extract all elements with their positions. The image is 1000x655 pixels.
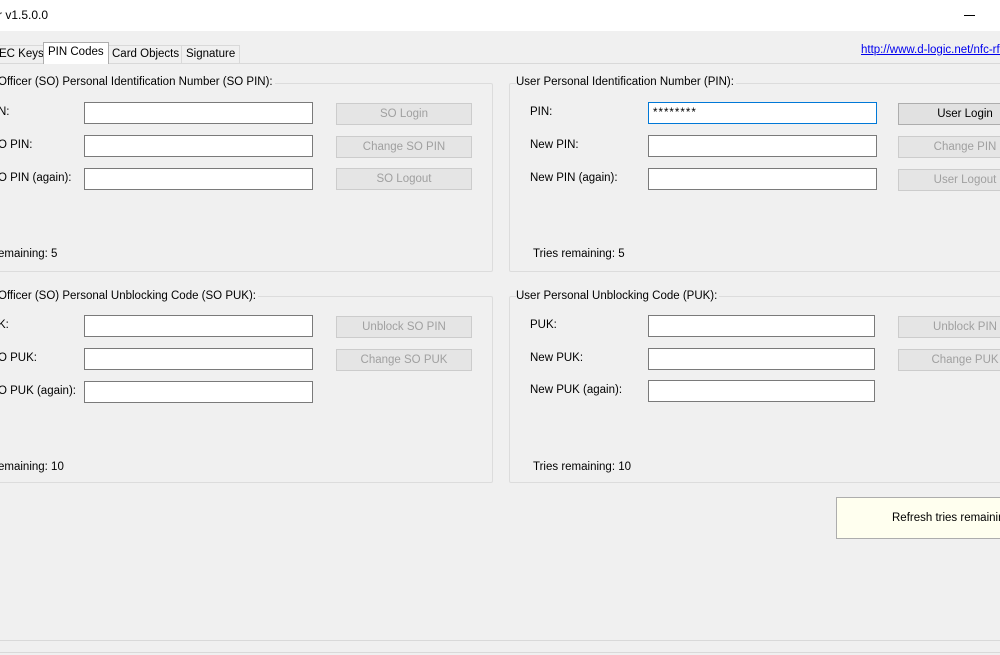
tab-card-objects[interactable]: Card Objects (107, 45, 185, 63)
new-pin-input[interactable] (648, 135, 877, 157)
change-so-puk-button[interactable]: Change SO PUK (336, 349, 472, 371)
so-login-button[interactable]: SO Login (336, 103, 472, 125)
new-so-puk-label: O PUK: (0, 352, 37, 364)
new-puk-input[interactable] (648, 348, 875, 370)
status-bar (0, 652, 1000, 653)
pin-label: PIN: (530, 106, 553, 118)
so-pin-tries-remaining: emaining: 5 (0, 248, 58, 260)
new-puk-again-label: New PUK (again): (530, 384, 623, 396)
so-pin-label: N: (0, 106, 10, 118)
pin-input[interactable] (648, 102, 877, 124)
user-pin-legend: User Personal Identification Number (PIN… (516, 76, 736, 88)
status-divider (0, 640, 1000, 641)
new-puk-again-input[interactable] (648, 380, 875, 402)
new-so-pin-input[interactable] (84, 135, 313, 157)
new-so-pin-label: O PIN: (0, 139, 33, 151)
tab-signature[interactable]: Signature (181, 45, 241, 63)
new-pin-again-label: New PIN (again): (530, 172, 618, 184)
new-so-puk-again-label: O PUK (again): (0, 385, 76, 397)
user-login-button[interactable]: User Login (898, 103, 1000, 125)
new-so-puk-again-input[interactable] (84, 381, 313, 403)
change-puk-button[interactable]: Change PUK (898, 349, 1000, 371)
so-puk-legend: Officer (SO) Personal Unblocking Code (S… (0, 290, 258, 302)
change-so-pin-button[interactable]: Change SO PIN (336, 136, 472, 158)
title-bar (0, 0, 1000, 31)
tab-ec-keys[interactable]: EC Keys (0, 45, 49, 63)
change-pin-button[interactable]: Change PIN (898, 136, 1000, 158)
unblock-pin-button[interactable]: Unblock PIN (898, 316, 1000, 338)
refresh-tries-button[interactable]: Refresh tries remaining (836, 497, 1000, 539)
user-puk-legend: User Personal Unblocking Code (PUK): (516, 290, 720, 302)
tab-divider (0, 63, 1000, 64)
new-so-pin-again-label: O PIN (again): (0, 172, 72, 184)
unblock-so-pin-button[interactable]: Unblock SO PIN (336, 316, 472, 338)
new-puk-label: New PUK: (530, 352, 584, 364)
new-so-puk-input[interactable] (84, 348, 313, 370)
user-pin-tries-remaining: Tries remaining: 5 (533, 248, 625, 260)
puk-input[interactable] (648, 315, 875, 337)
so-logout-button[interactable]: SO Logout (336, 168, 472, 190)
so-pin-input[interactable] (84, 102, 313, 124)
new-pin-label: New PIN: (530, 139, 579, 151)
minimize-icon[interactable] (962, 6, 976, 24)
tab-pin-codes[interactable]: PIN Codes (43, 42, 109, 64)
window-title: r v1.5.0.0 (0, 8, 49, 22)
so-puk-label: K: (0, 319, 9, 331)
website-link[interactable]: http://www.d-logic.net/nfc-rfi (861, 44, 1000, 56)
so-puk-tries-remaining: emaining: 10 (0, 461, 64, 473)
new-pin-again-input[interactable] (648, 168, 877, 190)
puk-label: PUK: (530, 319, 557, 331)
user-logout-button[interactable]: User Logout (898, 169, 1000, 191)
new-so-pin-again-input[interactable] (84, 168, 313, 190)
so-puk-input[interactable] (84, 315, 313, 337)
so-pin-legend: Officer (SO) Personal Identification Num… (0, 76, 275, 88)
user-puk-tries-remaining: Tries remaining: 10 (533, 461, 632, 473)
